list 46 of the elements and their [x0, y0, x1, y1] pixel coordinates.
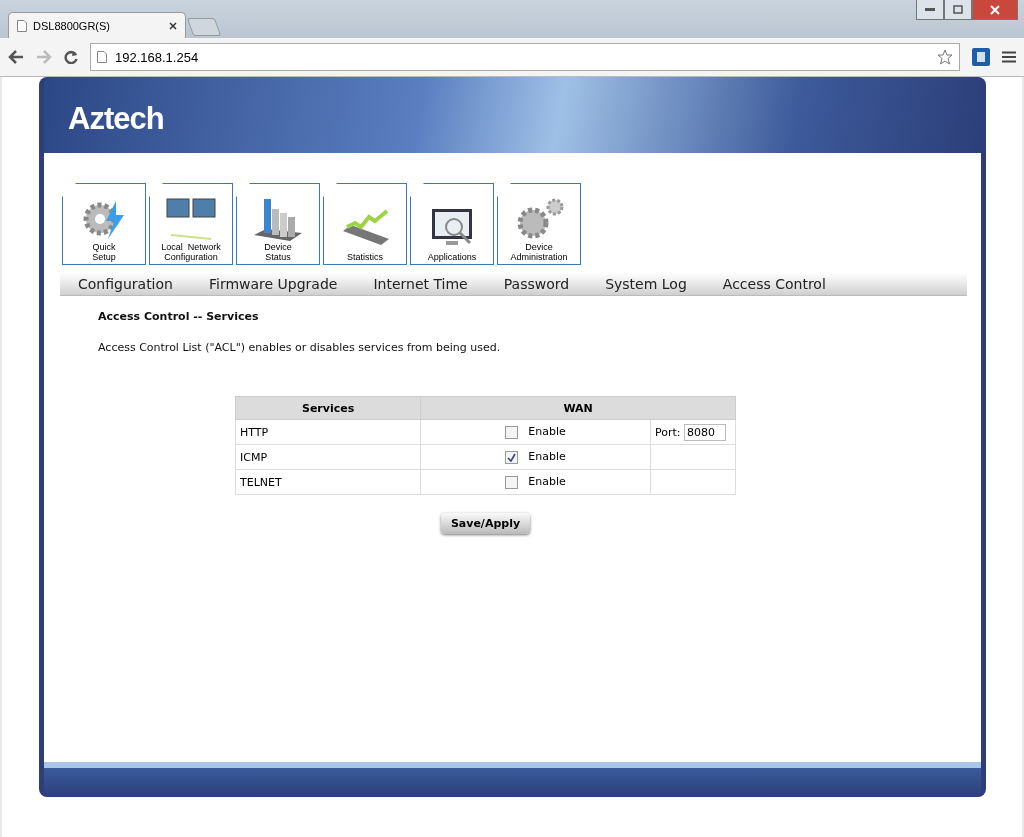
nav-tile[interactable]: Statistics [323, 183, 407, 265]
close-icon[interactable] [169, 21, 177, 30]
menu-icon[interactable] [1002, 51, 1016, 63]
maximize-button[interactable] [944, 0, 972, 20]
maximize-icon [953, 5, 963, 14]
port-field[interactable]: 8080 [684, 423, 726, 441]
nav-tile[interactable]: Local Network Configuration [149, 183, 233, 265]
minimize-button[interactable] [916, 0, 944, 20]
nav-tile[interactable]: Device Status [236, 183, 320, 265]
nav-tile[interactable]: Applications [410, 183, 494, 265]
submenu-link[interactable]: Configuration [78, 276, 173, 292]
address-bar[interactable]: 192.168.1.254 [90, 43, 960, 71]
submenu-link[interactable]: Internet Time [373, 276, 468, 292]
section-heading: Access Control -- Services [98, 310, 260, 323]
checkbox[interactable] [505, 475, 519, 489]
logo: Aztech [68, 101, 164, 137]
table-cell: TELNET [235, 469, 421, 495]
back-arrow-icon[interactable] [8, 50, 24, 64]
table-cell: ICMP [235, 444, 421, 470]
monitors-icon [163, 195, 219, 243]
save-apply-button[interactable]: Save/Apply [440, 513, 531, 534]
star-icon[interactable] [937, 49, 953, 65]
reload-icon[interactable] [64, 50, 78, 64]
checkbox-label: Enable [528, 475, 566, 489]
nav-tile[interactable]: Device Administration [497, 183, 581, 265]
port-label: Port: [654, 425, 682, 439]
browser-tab[interactable]: DSL8800GR(S) [8, 12, 186, 38]
column-header: WAN [420, 396, 736, 420]
checkbox[interactable] [505, 425, 519, 439]
close-icon [990, 4, 1000, 15]
extension-icon[interactable] [972, 48, 990, 66]
submenu-link[interactable]: Firmware Upgrade [208, 276, 338, 292]
checkbox[interactable] [505, 450, 519, 464]
column-header: Services [235, 396, 421, 420]
submenu-link[interactable]: Access Control [722, 276, 826, 292]
minimize-icon [925, 7, 935, 12]
submenu-link[interactable]: Password [503, 276, 570, 292]
submenu-link[interactable]: System Log [605, 276, 687, 292]
page-icon [97, 51, 107, 63]
close-button[interactable] [972, 0, 1018, 20]
description-text: Access Control List ("ACL") enables or disables services from being used. [98, 341, 502, 354]
checkbox-label: Enable [528, 425, 566, 439]
page-icon [17, 19, 27, 32]
nav-tile[interactable]: Quick Setup [62, 183, 146, 265]
table-cell: HTTP [235, 419, 421, 445]
checkbox-label: Enable [528, 450, 566, 464]
